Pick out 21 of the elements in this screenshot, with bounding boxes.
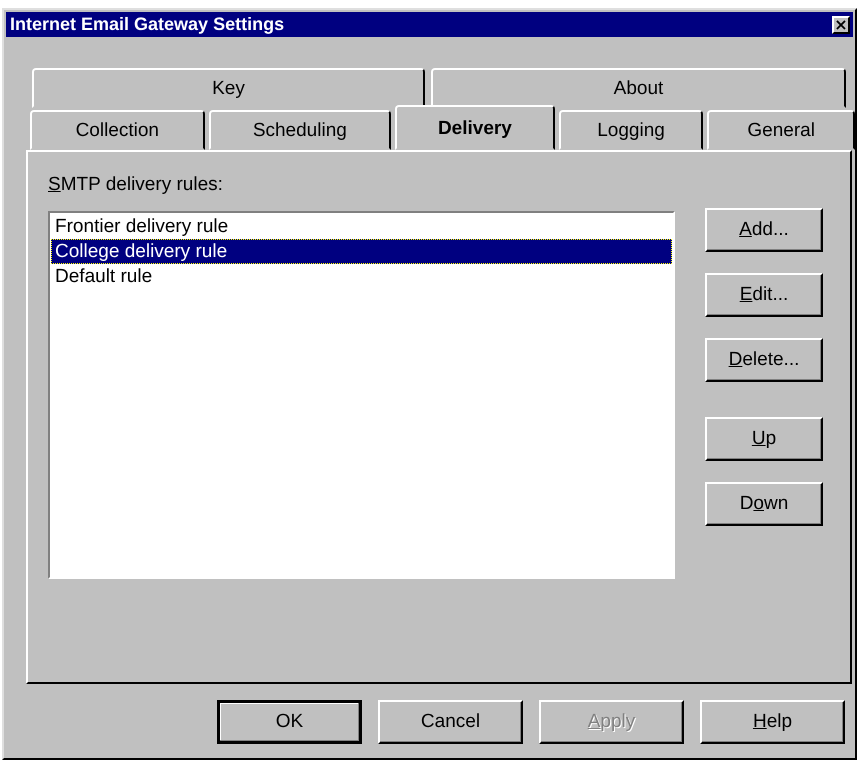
list-item[interactable]: Default rule bbox=[51, 264, 672, 289]
dialog-button[interactable]: OK bbox=[217, 700, 362, 744]
side-button[interactable]: Delete... bbox=[705, 338, 823, 382]
rules-label: SMTP delivery rules: bbox=[48, 174, 224, 197]
tab[interactable]: General bbox=[707, 110, 855, 150]
dialog-button[interactable]: Cancel bbox=[378, 700, 523, 744]
close-button[interactable]: × bbox=[832, 16, 850, 34]
tab[interactable]: Scheduling bbox=[208, 110, 392, 150]
tab[interactable]: Delivery bbox=[395, 105, 555, 150]
tab[interactable]: Key bbox=[32, 68, 425, 108]
dialog-button[interactable]: Help bbox=[700, 700, 845, 744]
tab[interactable]: About bbox=[431, 68, 846, 108]
list-item[interactable]: College delivery rule bbox=[51, 239, 672, 264]
tab[interactable]: Collection bbox=[30, 110, 205, 150]
side-button[interactable]: Edit... bbox=[705, 273, 823, 317]
side-button[interactable]: Up bbox=[705, 417, 823, 461]
window-title: Internet Email Gateway Settings bbox=[10, 14, 284, 35]
side-button[interactable]: Down bbox=[705, 482, 823, 526]
list-item[interactable]: Frontier delivery rule bbox=[51, 214, 672, 239]
side-button[interactable]: Add... bbox=[705, 208, 823, 252]
tab[interactable]: Logging bbox=[558, 110, 704, 150]
